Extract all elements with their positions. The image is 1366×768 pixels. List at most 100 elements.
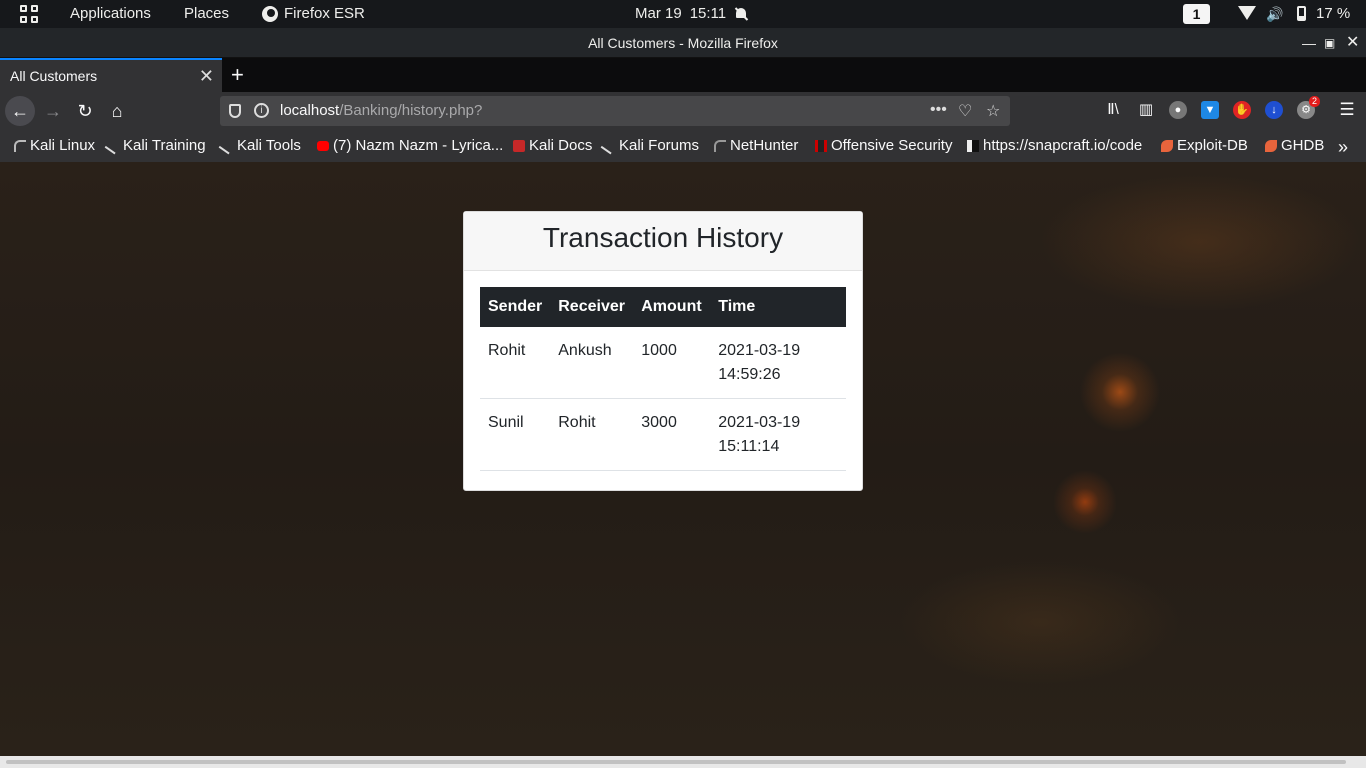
bookmarks-overflow-icon[interactable]: » (1338, 137, 1348, 158)
firefox-app-menu[interactable]: Firefox ESR (262, 5, 365, 22)
bookmark-exploit-db[interactable]: Exploit-DB (1161, 137, 1248, 154)
column-header: Time (710, 287, 846, 327)
bookmark-offensive-security[interactable]: Offensive Security (815, 137, 952, 154)
system-top-bar: Applications Places Firefox ESR Mar 19 1… (0, 0, 1366, 28)
bookmark-kali-tools[interactable]: Kali Tools (218, 137, 301, 154)
window-title: All Customers - Mozilla Firefox (588, 35, 778, 51)
new-tab-icon[interactable]: + (231, 62, 244, 88)
transaction-history-card: Transaction History Sender Receiver Amou… (463, 211, 863, 491)
kali-blade-icon (104, 137, 122, 154)
bookmark-kali-linux[interactable]: Kali Linux (14, 137, 95, 154)
kali-blade-icon (600, 137, 618, 154)
firefox-icon (262, 5, 278, 22)
ublock-icon[interactable]: ✋ (1233, 101, 1251, 119)
close-window-icon[interactable]: ✕ (1346, 28, 1359, 58)
pocket-icon[interactable]: ♡ (958, 101, 972, 121)
time-clock: 14:59:26 (718, 366, 781, 383)
app-grid-icon[interactable] (20, 5, 38, 23)
close-tab-icon[interactable]: ✕ (199, 66, 214, 87)
bookmark-label: Kali Training (123, 137, 206, 154)
column-header: Amount (633, 287, 711, 327)
time-cell: 2021-03-19 14:59:26 (710, 327, 846, 399)
back-icon[interactable]: ← (5, 96, 35, 126)
navigation-toolbar: ← → ↻ ⌂ i localhost/Banking/history.php?… (0, 92, 1366, 130)
bookmark-kali-training[interactable]: Kali Training (104, 137, 206, 154)
minimize-icon[interactable]: — (1302, 28, 1316, 58)
maximize-icon[interactable]: ▣ (1324, 28, 1335, 58)
time-date: 2021-03-19 (718, 342, 801, 359)
exploit-db-icon (1161, 139, 1173, 152)
page-title: Transaction History (464, 212, 862, 271)
bookmark-ghdb[interactable]: GHDB (1265, 137, 1324, 154)
account-icon[interactable]: ● (1169, 101, 1187, 119)
tab-all-customers[interactable]: All Customers ✕ (0, 58, 222, 92)
page-viewport: Transaction History Sender Receiver Amou… (0, 162, 1366, 756)
applications-menu[interactable]: Applications (70, 5, 151, 22)
amount-cell: 3000 (633, 398, 711, 471)
kali-blade-icon (218, 137, 236, 154)
column-header: Receiver (550, 287, 634, 327)
forward-icon[interactable]: → (38, 96, 68, 126)
bookmark-label: NetHunter (730, 137, 799, 154)
bookmark-snapcraft[interactable]: https://snapcraft.io/code (967, 137, 1142, 154)
bookmark-nethunter[interactable]: NetHunter (714, 137, 798, 154)
page-actions-icon[interactable]: ••• (930, 101, 947, 119)
firefox-app-label: Firefox ESR (284, 5, 365, 22)
receiver-cell: Ankush (550, 327, 634, 399)
kali-docs-icon (513, 139, 525, 152)
bookmark-label: Kali Docs (529, 137, 593, 154)
library-icon[interactable]: Ⅱ\ (1104, 101, 1122, 119)
scrollbar-thumb[interactable] (6, 760, 1346, 764)
kali-dragon-icon (14, 139, 26, 152)
bookmark-label: Kali Linux (30, 137, 96, 154)
bookmark-label: Offensive Security (831, 137, 953, 154)
bookmark-kali-forums[interactable]: Kali Forums (600, 137, 700, 154)
clock-time: 15:11 (689, 5, 727, 22)
battery-icon[interactable] (1297, 6, 1306, 21)
table-row: Rohit Ankush 1000 2021-03-19 14:59:26 (480, 327, 846, 399)
url-host: localhost (280, 102, 340, 119)
window-title-bar: All Customers - Mozilla Firefox — ▣ ✕ (0, 28, 1366, 58)
time-clock: 15:11:14 (718, 438, 780, 455)
wifi-icon[interactable] (1238, 6, 1256, 20)
youtube-icon (317, 140, 329, 151)
bookmark-kali-docs[interactable]: Kali Docs (513, 137, 592, 154)
offsec-icon (815, 139, 827, 152)
url-text[interactable]: localhost/Banking/history.php? (280, 102, 482, 119)
receiver-cell: Rohit (550, 398, 634, 471)
bookmark-label: Kali Forums (619, 137, 700, 154)
download-extension-icon[interactable]: ↓ (1265, 101, 1283, 119)
site-info-icon[interactable]: i (254, 103, 269, 118)
tab-strip: All Customers ✕ + (0, 58, 1366, 92)
hamburger-menu-icon[interactable]: ☰ (1338, 101, 1356, 119)
sender-cell: Rohit (480, 327, 551, 399)
ghdb-icon (1265, 139, 1277, 152)
bookmarks-toolbar: Kali Linux Kali Training Kali Tools (7) … (0, 130, 1366, 162)
battery-percentage: 17 % (1316, 5, 1351, 22)
time-date: 2021-03-19 (718, 414, 801, 431)
table-header-row: Sender Receiver Amount Time (480, 287, 846, 327)
tab-label: All Customers (10, 68, 98, 84)
workspace-indicator[interactable]: 1 (1183, 4, 1210, 24)
extension-shield-icon[interactable]: ▼ (1201, 101, 1219, 119)
column-header: Sender (480, 287, 551, 327)
horizontal-scrollbar[interactable] (0, 756, 1366, 768)
address-bar[interactable]: i localhost/Banking/history.php? ••• ♡ ☆ (220, 96, 1010, 126)
clock-date: Mar 19 (635, 5, 682, 22)
sidebar-icon[interactable]: ▥ (1137, 101, 1155, 119)
reload-icon[interactable]: ↻ (70, 96, 100, 126)
amount-cell: 1000 (633, 327, 711, 399)
bookmark-label: Kali Tools (237, 137, 301, 154)
places-menu[interactable]: Places (184, 5, 229, 22)
bookmark-star-icon[interactable]: ☆ (986, 101, 1000, 121)
time-cell: 2021-03-19 15:11:14 (710, 398, 846, 471)
volume-icon[interactable]: 🔊 (1266, 6, 1283, 23)
clock[interactable]: Mar 19 15:11 (635, 5, 748, 22)
tracking-protection-icon[interactable] (229, 104, 241, 118)
table-row: Sunil Rohit 3000 2021-03-19 15:11:14 (480, 398, 846, 471)
bookmark-label: (7) Nazm Nazm - Lyrica... (333, 137, 504, 154)
bookmark-youtube[interactable]: (7) Nazm Nazm - Lyrica... (317, 137, 503, 154)
home-icon[interactable]: ⌂ (102, 96, 132, 126)
nethunter-icon (714, 139, 726, 152)
snapcraft-icon (967, 139, 979, 152)
